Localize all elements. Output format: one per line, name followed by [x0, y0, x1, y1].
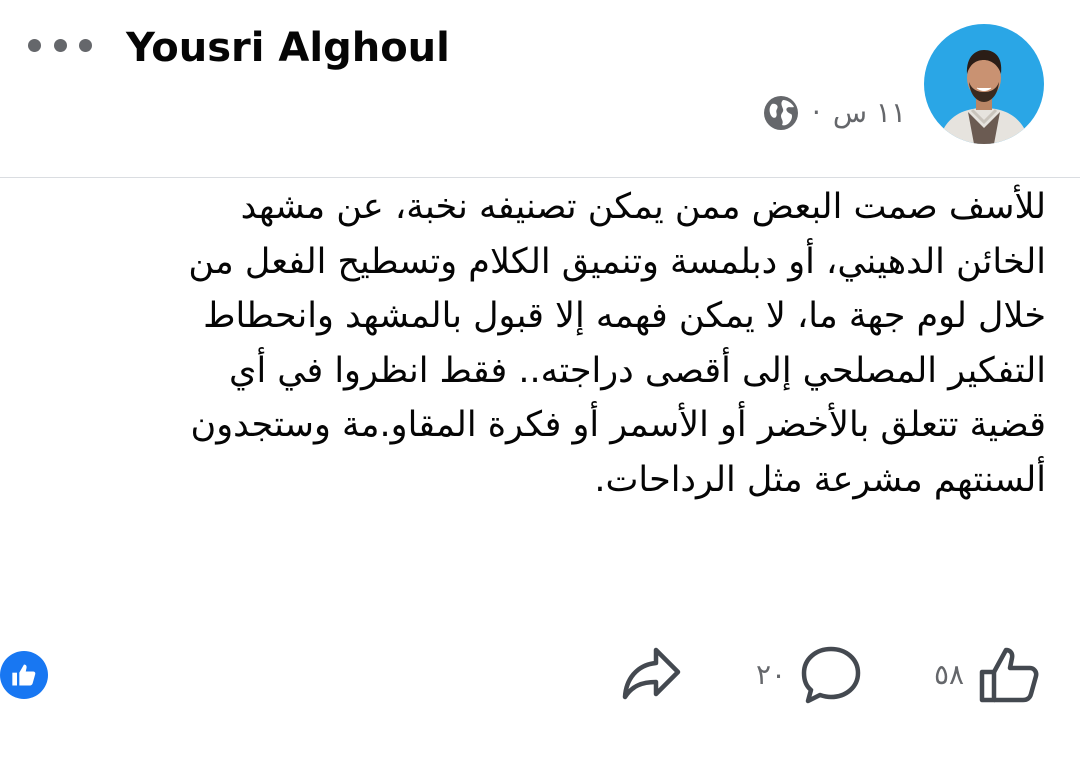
- comment-count: ٢٠: [756, 658, 787, 691]
- more-options-button[interactable]: [28, 30, 92, 60]
- post-text-line: خلال لوم جهة ما، لا يمكن فهمه إلا قبول ب…: [203, 296, 1046, 336]
- comment-bubble-icon: [801, 646, 861, 704]
- avatar[interactable]: [924, 24, 1044, 144]
- globe-icon[interactable]: [762, 94, 800, 132]
- more-dots-icon: [79, 38, 92, 52]
- meta-separator: ·: [811, 96, 821, 129]
- post-text-line: الخائن الدهيني، أو دبلمسة وتنميق الكلام …: [188, 241, 1046, 282]
- post-text: للأسف صمت البعض ممن يمكن تصنيفه نخبة، عن…: [36, 180, 1046, 507]
- thumbs-up-icon: [979, 647, 1039, 703]
- comment-button[interactable]: ٢٠: [756, 644, 864, 706]
- post-meta: · ١١ س: [760, 92, 906, 134]
- like-reaction-icon[interactable]: [0, 651, 48, 699]
- post-text-line: التفكير المصلحي إلى أقصى دراجته.. فقط ان…: [229, 350, 1046, 391]
- share-button[interactable]: [620, 644, 682, 702]
- post-text-line: للأسف صمت البعض ممن يمكن تصنيفه نخبة، عن…: [240, 187, 1046, 227]
- more-dots-icon: [53, 38, 67, 52]
- post-text-line: ألسنتهم مشرعة مثل الرداحات.: [594, 459, 1046, 500]
- post-text-line: قضية تتعلق بالأخضر أو الأسمر أو فكرة الم…: [190, 405, 1046, 445]
- header-divider: [0, 177, 1080, 178]
- like-button[interactable]: ٥٨: [934, 644, 1040, 706]
- like-count: ٥٨: [934, 658, 965, 691]
- share-arrow-icon: [622, 647, 681, 700]
- more-dots-icon: [28, 38, 41, 52]
- author-name[interactable]: Yousri Alghoul: [126, 22, 450, 74]
- post-timestamp[interactable]: ١١ س: [833, 92, 906, 134]
